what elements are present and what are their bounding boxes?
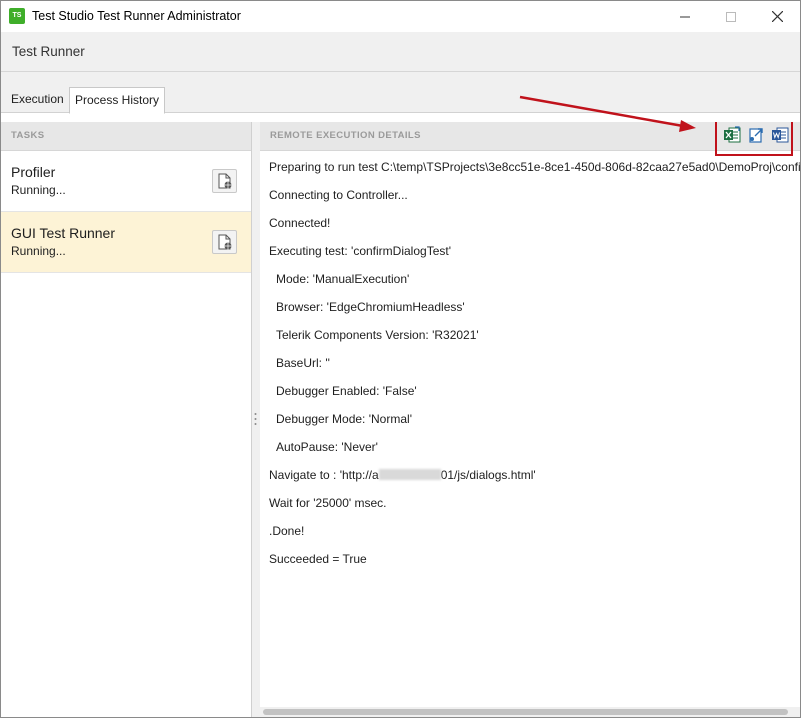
task-name: Profiler [11, 164, 56, 180]
log-line: Connected! [269, 216, 331, 230]
navigate-prefix: Navigate to : 'http://a [269, 468, 379, 482]
close-icon [771, 11, 783, 22]
app-header: Test Runner [1, 32, 800, 72]
execution-log: Preparing to run test C:\temp\TSProjects… [269, 160, 800, 580]
export-icon [749, 128, 763, 143]
title-bar: TS Test Studio Test Runner Administrator [1, 1, 800, 32]
task-details-button[interactable] [212, 230, 237, 254]
test-studio-logo-icon: TS [9, 8, 25, 24]
excel-export-icon [724, 126, 741, 143]
splitter-grip-icon [254, 413, 257, 425]
close-button[interactable] [754, 1, 800, 32]
minimize-button[interactable] [662, 1, 708, 32]
task-details-button[interactable] [212, 169, 237, 193]
redacted-host [378, 469, 441, 480]
log-line: Debugger Mode: 'Normal' [276, 412, 412, 426]
details-header-label: REMOTE EXECUTION DETAILS [270, 130, 421, 141]
log-line: Debugger Enabled: 'False' [276, 384, 417, 398]
window-title: Test Studio Test Runner Administrator [32, 9, 241, 23]
task-status: Running... [11, 244, 66, 258]
document-globe-icon [218, 173, 231, 189]
export-button[interactable] [747, 126, 765, 144]
minimize-icon [680, 16, 690, 17]
tab-process-history[interactable]: Process History [69, 87, 166, 114]
panel-splitter[interactable] [252, 122, 260, 717]
task-item-profiler[interactable]: Profiler Running... [1, 151, 251, 212]
document-globe-icon [218, 234, 231, 250]
log-line-navigate: Navigate to : 'http://a 01/js/dialogs.htm… [269, 468, 800, 496]
app-title: Test Runner [12, 44, 85, 59]
task-name: GUI Test Runner [11, 225, 116, 241]
horizontal-scrollbar[interactable] [260, 707, 800, 717]
word-export-icon [772, 127, 789, 143]
log-line: Preparing to run test C:\temp\TSProjects… [269, 160, 800, 174]
log-line: AutoPause: 'Never' [276, 440, 378, 454]
remote-execution-details-panel: REMOTE EXECUTION DETAILS Preparing to ru… [260, 122, 800, 717]
tasks-header: TASKS [1, 122, 251, 151]
log-line: BaseUrl: '' [276, 356, 330, 370]
log-line: Mode: 'ManualExecution' [276, 272, 410, 286]
tab-bar: Execution Process History [1, 72, 800, 114]
maximize-button[interactable] [708, 1, 754, 32]
maximize-icon [726, 11, 736, 22]
log-line: Telerik Components Version: 'R32021' [276, 328, 479, 342]
log-line: Succeeded = True [269, 552, 367, 566]
task-status: Running... [11, 183, 66, 197]
app-window: TS Test Studio Test Runner Administrator… [0, 0, 801, 718]
navigate-suffix: 01/js/dialogs.html' [440, 468, 536, 482]
tasks-panel: TASKS Profiler Running... GUI Test Runne… [1, 122, 252, 717]
export-word-button[interactable] [771, 126, 789, 144]
log-line: Executing test: 'confirmDialogTest' [269, 244, 451, 258]
log-line: Wait for '25000' msec. [269, 496, 387, 510]
log-line: Connecting to Controller... [269, 188, 408, 202]
log-line: .Done! [269, 524, 305, 538]
export-excel-button[interactable] [723, 126, 741, 144]
tab-execution[interactable]: Execution [6, 87, 69, 111]
task-item-gui-test-runner[interactable]: GUI Test Runner Running... [1, 212, 251, 273]
log-line: Browser: 'EdgeChromiumHeadless' [276, 300, 465, 314]
export-toolbar-highlight [715, 122, 793, 156]
scrollbar-thumb[interactable] [263, 709, 788, 715]
